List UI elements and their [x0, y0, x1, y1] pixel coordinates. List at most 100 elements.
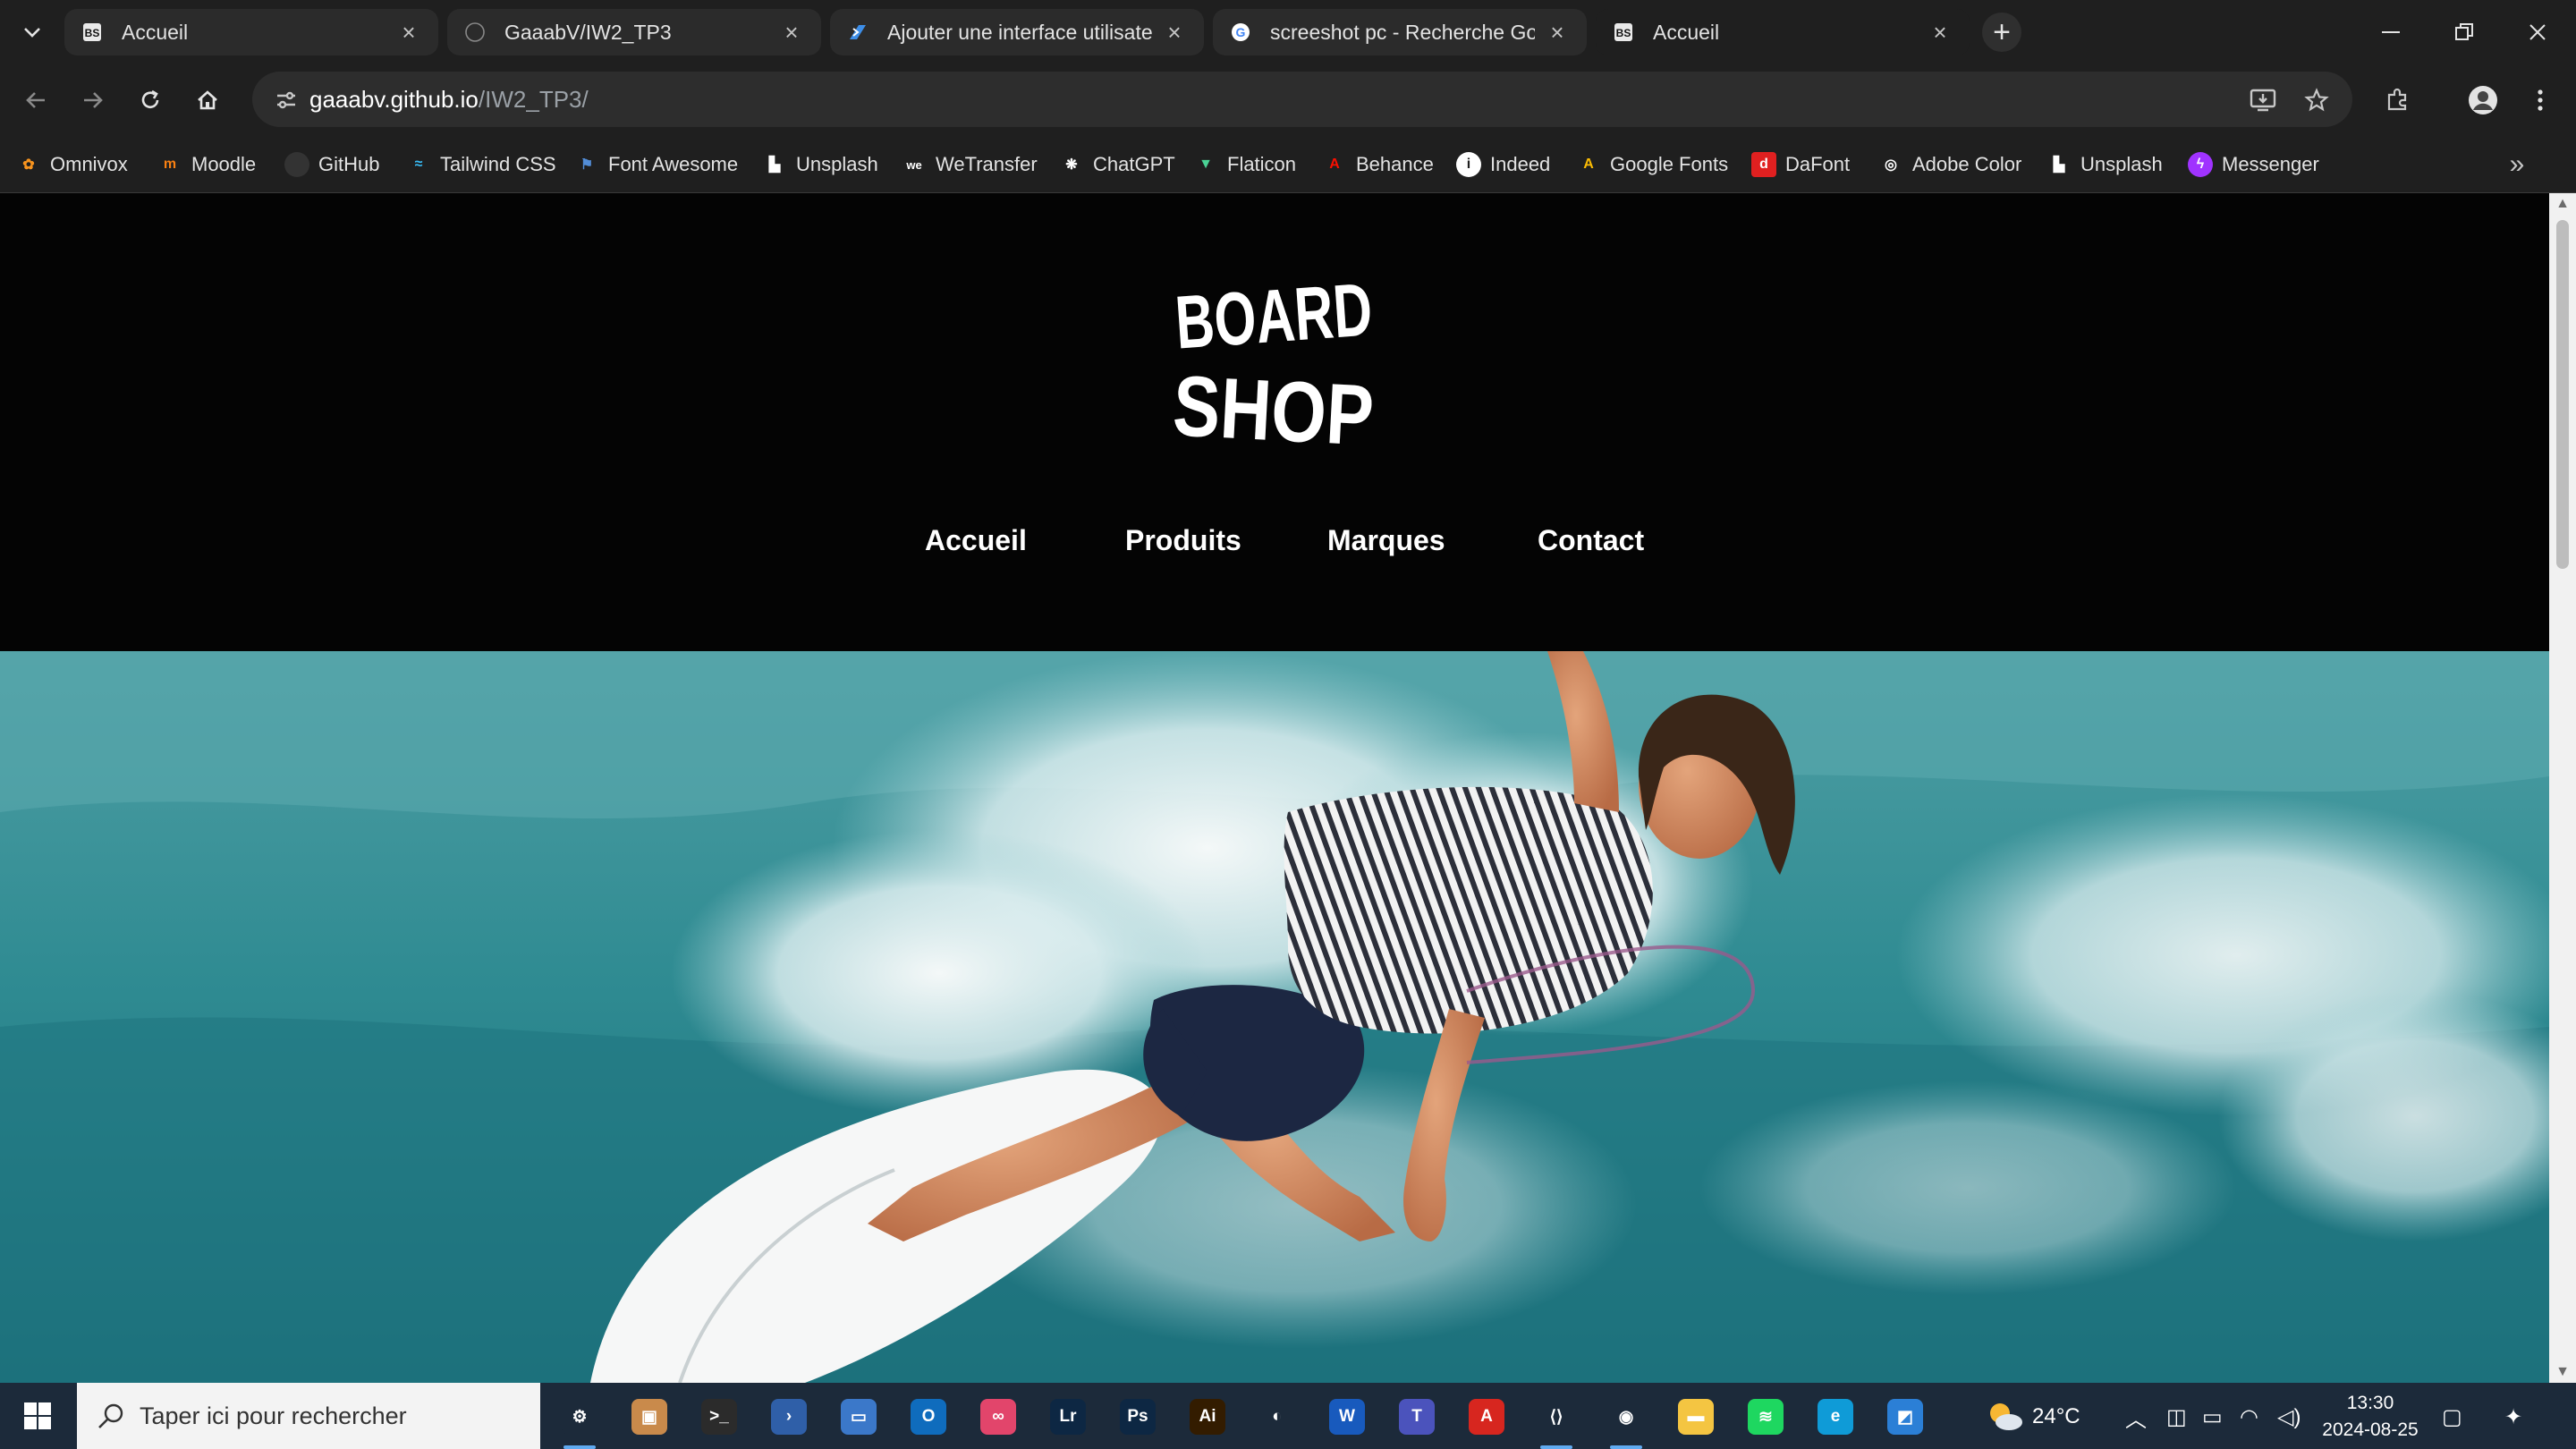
scrollbar-thumb[interactable]: [2556, 220, 2569, 569]
close-window-button[interactable]: [2501, 0, 2574, 64]
profile-button[interactable]: [2463, 80, 2503, 120]
explorer-icon: ▬: [1678, 1399, 1714, 1435]
start-button[interactable]: [0, 1383, 75, 1449]
url-host: gaaabv.github.io: [309, 86, 479, 113]
tab-title: Accueil: [1653, 20, 1720, 44]
bookmark-unsplash[interactable]: ▙ Unsplash: [762, 148, 878, 181]
reload-button[interactable]: [131, 80, 170, 120]
page-scrollbar[interactable]: ▲ ▼: [2549, 193, 2576, 1383]
tray-battery-icon[interactable]: ▭: [2202, 1399, 2223, 1435]
close-tab-icon[interactable]: ×: [395, 19, 422, 46]
illustrator-app[interactable]: Ai: [1181, 1392, 1234, 1442]
bookmark-adobe-color[interactable]: ◎ Adobe Color: [1878, 148, 2021, 181]
close-tab-icon[interactable]: ×: [1161, 19, 1188, 46]
site-info-button[interactable]: [267, 80, 306, 120]
web-page: BOARD SHOP Accueil Produits Marques Cont…: [0, 193, 2549, 1383]
more-bookmarks-button[interactable]: »: [2501, 148, 2533, 181]
bookmark-font-awesome[interactable]: ⚑ Font Awesome: [574, 148, 738, 181]
tab-accueil-active[interactable]: BS Accueil ×: [1596, 9, 1970, 55]
reload-icon: [141, 89, 159, 108]
back-button[interactable]: [16, 80, 55, 120]
info-icon: i: [1456, 152, 1481, 177]
bookmark-chatgpt[interactable]: ❋ ChatGPT: [1059, 148, 1174, 181]
minimize-button[interactable]: [2354, 0, 2428, 64]
vscode-app[interactable]: ⟨⟩: [1530, 1392, 1583, 1449]
nav-link-contact[interactable]: Contact: [1538, 524, 1644, 557]
svg-text:BS: BS: [85, 27, 100, 39]
spotify-app[interactable]: ≋: [1739, 1392, 1792, 1442]
explorer-app[interactable]: ▬: [1669, 1392, 1723, 1442]
lightroom-app[interactable]: Lr: [1041, 1392, 1095, 1442]
bookmark-label: Messenger: [2222, 153, 2319, 175]
address-bar[interactable]: gaaabv.github.io/IW2_TP3/: [252, 72, 2352, 127]
nav-link-marques[interactable]: Marques: [1327, 524, 1445, 557]
nav-link-accueil[interactable]: Accueil: [925, 524, 1027, 557]
menu-button[interactable]: [2521, 80, 2560, 120]
bookmark-google-fonts[interactable]: A Google Fonts: [1576, 148, 1728, 181]
tab-powershell-docs[interactable]: Ajouter une interface utilisateur ×: [830, 9, 1204, 55]
outlook-app[interactable]: O: [902, 1392, 955, 1442]
teams-app[interactable]: T: [1390, 1392, 1444, 1442]
close-tab-icon[interactable]: ×: [1927, 19, 1953, 46]
bookmark-label: Unsplash: [796, 153, 878, 175]
tab-github-repo[interactable]: GaaabV/IW2_TP3 ×: [447, 9, 821, 55]
bookmark-messenger[interactable]: ϟ Messenger: [2188, 148, 2319, 181]
weather-widget[interactable]: 24°C: [1984, 1399, 2080, 1435]
photoshop-app[interactable]: Ps: [1111, 1392, 1165, 1442]
bookmark-github[interactable]: GitHub: [284, 148, 379, 181]
bookmark-label: Tailwind CSS: [440, 153, 556, 175]
clock-time: 13:30: [2346, 1393, 2394, 1413]
boardshop-logo[interactable]: BOARD SHOP: [1172, 252, 1376, 458]
browser-tab-strip: BS Accueil × GaaabV/IW2_TP3 × Ajouter un…: [0, 0, 2576, 64]
taskbar-clock[interactable]: 13:30 2024-08-25: [2317, 1390, 2424, 1444]
powershell-app[interactable]: ›: [762, 1392, 816, 1442]
acrobat-app[interactable]: A: [1460, 1392, 1513, 1442]
moodle-icon: m: [163, 157, 177, 172]
tab-accueil-1[interactable]: BS Accueil ×: [64, 9, 438, 55]
restore-button[interactable]: [2428, 0, 2501, 64]
close-tab-icon[interactable]: ×: [778, 19, 805, 46]
file-manager-app[interactable]: ▣: [623, 1392, 676, 1442]
close-tab-icon[interactable]: ×: [1544, 19, 1571, 46]
bookmark-label: Behance: [1356, 153, 1434, 175]
scroll-down-icon[interactable]: ▼: [2549, 1361, 2576, 1383]
chrome-app[interactable]: ◉: [1599, 1392, 1653, 1449]
bookmark-star-button[interactable]: [2297, 80, 2336, 120]
install-app-button[interactable]: [2243, 80, 2283, 120]
new-tab-button[interactable]: +: [1982, 13, 2021, 52]
terminal-app[interactable]: >_: [692, 1392, 746, 1442]
edge-app[interactable]: e: [1809, 1392, 1862, 1442]
show-hidden-icons-button[interactable]: ︿: [2125, 1399, 2147, 1435]
tray-meet-icon[interactable]: ◫: [2166, 1399, 2187, 1435]
bookmark-indeed[interactable]: i Indeed: [1456, 148, 1550, 181]
notifications-button[interactable]: ▢: [2442, 1399, 2462, 1435]
taskbar-search-box[interactable]: Taper ici pour rechercher: [77, 1383, 540, 1449]
tray-wifi-icon[interactable]: ◠: [2240, 1399, 2258, 1435]
creative-cloud-app[interactable]: ∞: [971, 1392, 1025, 1442]
extensions-button[interactable]: [2377, 80, 2417, 120]
copilot-tray-button[interactable]: ✦: [2504, 1399, 2522, 1435]
tab-search-button[interactable]: [13, 13, 52, 52]
remote-desktop-app[interactable]: ▭: [832, 1392, 886, 1442]
bookmark-dafont[interactable]: d DaFont: [1751, 148, 1850, 181]
google-icon: G: [1229, 21, 1252, 44]
word-app[interactable]: W: [1320, 1392, 1374, 1442]
bookmark-flaticon[interactable]: ▼ Flaticon: [1193, 148, 1296, 181]
bookmark-moodle[interactable]: m Moodle: [157, 148, 256, 181]
settings-app[interactable]: ⚙: [553, 1392, 606, 1449]
forward-button[interactable]: [73, 80, 113, 120]
home-button[interactable]: [188, 80, 227, 120]
bookmark-tailwind[interactable]: ≈ Tailwind CSS: [406, 148, 556, 181]
bookmark-unsplash-2[interactable]: ▙ Unsplash: [2046, 148, 2163, 181]
url-text[interactable]: gaaabv.github.io/IW2_TP3/: [309, 86, 589, 114]
copilot-app[interactable]: ◐: [1250, 1392, 1304, 1442]
tab-google-search[interactable]: G screeshot pc - Recherche Google ×: [1213, 9, 1587, 55]
photos-app[interactable]: ◩: [1878, 1392, 1932, 1442]
bookmark-wetransfer[interactable]: we WeTransfer: [902, 148, 1037, 181]
scroll-up-icon[interactable]: ▲: [2549, 193, 2576, 215]
bookmark-behance[interactable]: A Behance: [1322, 148, 1434, 181]
tray-volume-icon[interactable]: ◁): [2277, 1399, 2301, 1435]
nav-link-produits[interactable]: Produits: [1125, 524, 1241, 557]
browser-toolbar: gaaabv.github.io/IW2_TP3/: [0, 64, 2576, 136]
bookmark-omnivox[interactable]: ✿ Omnivox: [16, 148, 128, 181]
